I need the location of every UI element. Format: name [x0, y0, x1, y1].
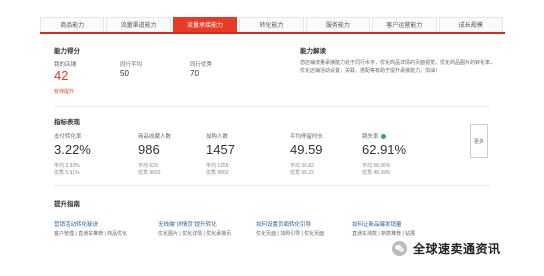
guide-tags: 优化页面 | 加购引导 | 优化页面	[256, 231, 325, 237]
metric-label: 加购人数	[206, 134, 229, 140]
metric-label: 跳失率	[362, 132, 386, 140]
section-divider	[54, 185, 490, 186]
metric-best: 优秀 48.39%	[362, 170, 391, 176]
improve-guide-title: 提升指南	[54, 201, 80, 208]
guide-tags: 客户管理 | 直通车推荐 | 商品优化	[54, 231, 128, 237]
metric-value: 49.59	[290, 142, 323, 157]
wechat-icon	[392, 241, 407, 256]
metric-best: 优秀 5.91%	[54, 170, 80, 176]
improve-link[interactable]: 有待提升	[54, 88, 74, 95]
peer-best-value: 70	[190, 69, 199, 78]
watermark-text: 全球速卖通资讯	[413, 242, 501, 256]
metric-average: 平均 629	[138, 163, 158, 169]
metric-value: 1457	[206, 142, 235, 157]
ability-tabs: 商品能力 流量渠道能力 流量承接能力 转化能力 服务能力 客户运营能力 成长规模	[40, 17, 505, 34]
metric-best: 优秀 9603	[138, 170, 161, 176]
metric-average: 平均 1255	[206, 163, 229, 169]
guide-tags: 直通车测款 | 新款推荐 | 钻展	[352, 231, 416, 237]
metric-best: 优秀 56.22	[290, 170, 314, 176]
metric-average: 平均 58.36%	[362, 163, 391, 169]
metric-value: 3.22%	[54, 142, 91, 157]
more-metrics-button[interactable]: 更多	[470, 124, 488, 158]
peer-average-label: 同行平均	[120, 62, 143, 68]
tab-growth-scale[interactable]: 成长规模	[438, 17, 503, 32]
metric-label: 支付转化率	[54, 134, 82, 140]
ability-desc-title: 能力解读	[300, 48, 326, 55]
metrics-title: 指标表现	[54, 119, 80, 126]
watermark: 全球速卖通资讯	[392, 240, 501, 257]
guide-link[interactable]: 营销活动转化秘诀	[54, 220, 98, 228]
guide-link[interactable]: 如何设置页面转化引导	[256, 220, 311, 228]
status-dot-icon	[380, 134, 386, 140]
metric-value: 986	[138, 142, 160, 157]
tab-traffic-conversion-ability[interactable]: 流量承接能力	[172, 17, 238, 32]
metric-average: 平均 3.33%	[54, 163, 80, 169]
guide-link[interactable]: 无线端“详情页”提升转化	[158, 220, 217, 228]
metric-best: 优秀 9852	[206, 170, 229, 176]
tab-conversion-ability[interactable]: 转化能力	[239, 17, 304, 32]
my-score-label: 我的店铺	[54, 62, 77, 68]
my-score-value: 42	[54, 68, 69, 83]
tab-customer-operation-ability[interactable]: 客户运营能力	[372, 17, 437, 32]
guide-tags: 优化图片 | 优化详情 | 优化承接页	[158, 231, 232, 237]
metric-average: 平均 36.82	[290, 163, 314, 169]
ability-score-title: 能力得分	[54, 48, 80, 55]
guide-link[interactable]: 如何让新品爆发销量	[352, 220, 402, 228]
tab-service-ability[interactable]: 服务能力	[305, 17, 371, 32]
metric-label: 平均停留时长	[290, 134, 324, 140]
metric-label-text: 跳失率	[362, 134, 379, 140]
section-divider	[54, 106, 490, 107]
metric-label: 商品收藏人数	[138, 134, 172, 140]
ability-desc-text: 您店铺流量承接能力处于同行水平，优化商品详情的页面视觉，优化商品图片的转化率，优…	[300, 60, 496, 74]
peer-average-value: 50	[120, 69, 129, 78]
peer-best-label: 同行优秀	[190, 62, 213, 68]
tab-product-ability[interactable]: 商品能力	[40, 17, 105, 32]
tab-traffic-channel-ability[interactable]: 流量渠道能力	[106, 17, 171, 32]
metric-value: 62.91%	[362, 142, 407, 157]
